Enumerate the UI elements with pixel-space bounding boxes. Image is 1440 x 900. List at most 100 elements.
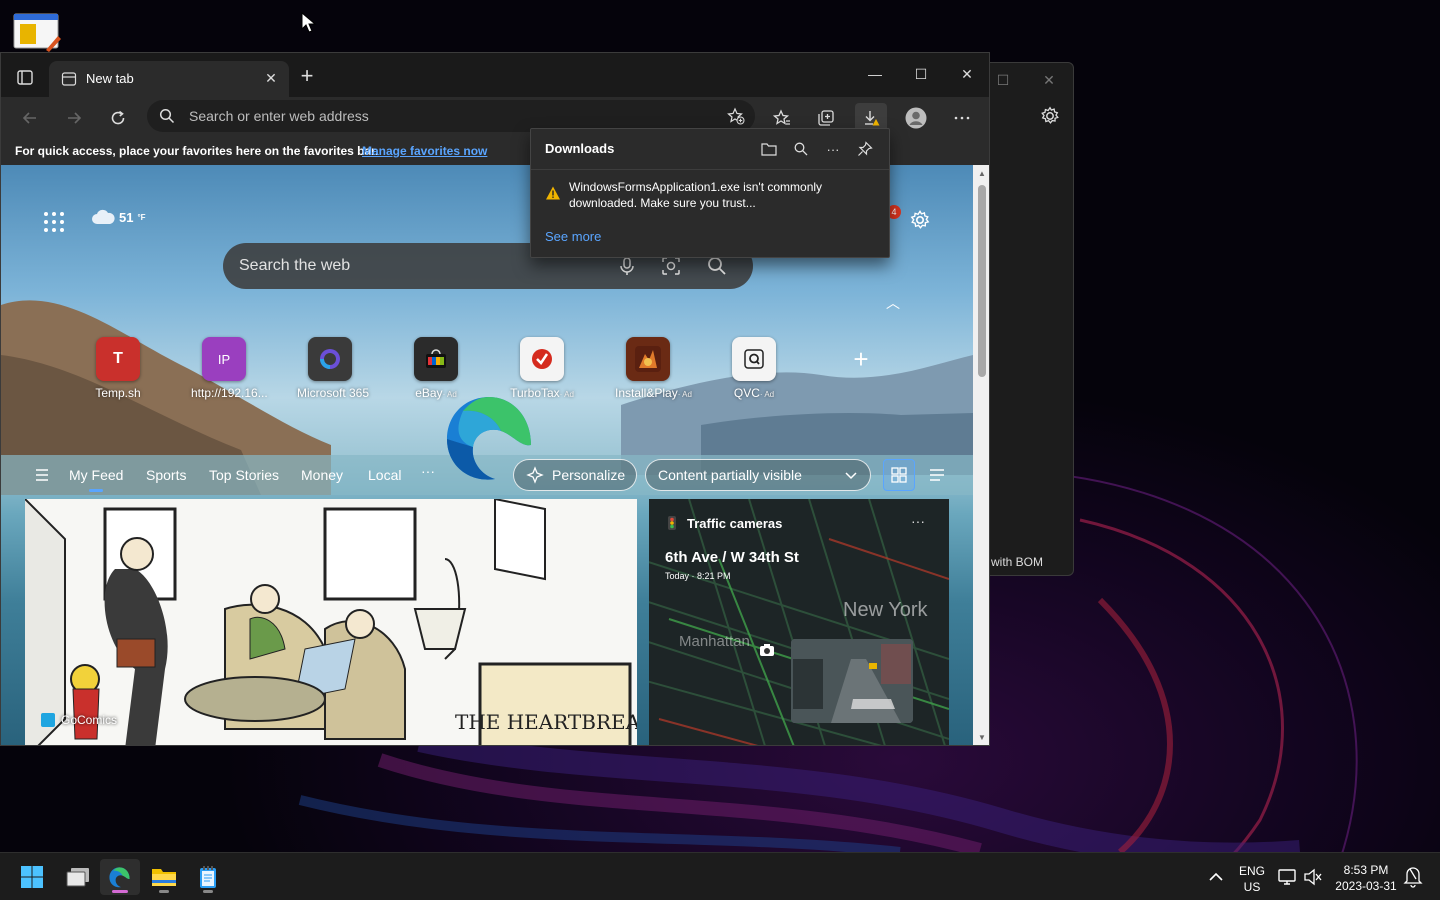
- page-settings-gear-icon[interactable]: [909, 209, 931, 231]
- running-app-indicator: [159, 890, 169, 893]
- show-hidden-icons-button[interactable]: [1204, 853, 1228, 900]
- menu-icon[interactable]: [33, 467, 51, 483]
- temp-sh-icon: T: [96, 337, 140, 381]
- new-tab-button[interactable]: +: [297, 65, 317, 87]
- tab-actions-icon[interactable]: [15, 67, 35, 87]
- feed-navigation: My Feed Sports Top Stories Money Local ·…: [1, 455, 973, 495]
- gear-icon[interactable]: [1039, 105, 1061, 127]
- downloads-more-options-icon[interactable]: ···: [823, 139, 843, 159]
- visual-search-icon[interactable]: [661, 256, 681, 276]
- notepad-icon: [200, 866, 216, 888]
- start-button[interactable]: [12, 859, 52, 895]
- content-visibility-label: Content partially visible: [658, 467, 802, 483]
- content-visibility-dropdown[interactable]: Content partially visible: [645, 459, 871, 491]
- quick-link-tile[interactable]: Install&Play· Ad: [615, 337, 692, 400]
- quick-link-label: Microsoft 365: [297, 386, 370, 400]
- grid-view-button[interactable]: [883, 459, 915, 491]
- settings-more-button[interactable]: [947, 103, 977, 133]
- pin-icon[interactable]: [855, 139, 875, 159]
- search-submit-icon[interactable]: [707, 256, 727, 276]
- traffic-light-icon: [668, 516, 676, 530]
- traffic-cameras-card[interactable]: Traffic cameras ··· 6th Ave / W 34th St …: [649, 499, 949, 745]
- minimize-button[interactable]: —: [852, 61, 898, 87]
- language-code: ENG: [1238, 864, 1265, 878]
- taskbar-edge-button[interactable]: [100, 859, 140, 895]
- gocomics-icon: [41, 713, 55, 727]
- quick-link-label: Install&Play: [615, 386, 678, 400]
- sparkle-icon: [526, 466, 544, 484]
- clock-date: 2023-03-31: [1335, 879, 1397, 893]
- desktop-shortcut-icon[interactable]: [12, 12, 62, 52]
- back-button[interactable]: [15, 103, 45, 133]
- quick-link-tile[interactable]: QVC· Ad: [721, 337, 787, 400]
- quick-link-tile[interactable]: IP http://192.16...: [191, 337, 268, 400]
- grid-view-icon: [891, 467, 907, 483]
- qvc-icon: [732, 337, 776, 381]
- add-quick-link-button[interactable]: +: [849, 346, 873, 372]
- personalize-button[interactable]: Personalize: [513, 459, 637, 491]
- weather-widget[interactable]: 51 °F: [91, 209, 146, 225]
- download-warning-message[interactable]: WindowsFormsApplication1.exe isn't commo…: [569, 179, 869, 211]
- comic-card[interactable]: THE HEARTBREAK GoComics: [25, 499, 637, 745]
- tab-local[interactable]: Local: [368, 467, 401, 483]
- tab-money[interactable]: Money: [301, 467, 343, 483]
- clock[interactable]: 8:53 PM 2023-03-31: [1330, 853, 1402, 900]
- more-tabs-button[interactable]: ···: [421, 463, 435, 479]
- tab-close-icon[interactable]: ✕: [263, 69, 279, 87]
- traffic-area: Manhattan: [679, 633, 750, 650]
- background-window[interactable]: ☐ ✕ with BOM: [986, 62, 1074, 576]
- forward-button[interactable]: [59, 103, 89, 133]
- scrollbar-thumb[interactable]: [978, 185, 986, 377]
- manage-favorites-link[interactable]: Manage favorites now: [362, 144, 487, 158]
- personalize-label: Personalize: [552, 467, 626, 483]
- quick-link-tile[interactable]: Microsoft 365: [297, 337, 369, 400]
- search-downloads-icon[interactable]: [791, 139, 811, 159]
- tab-my-feed[interactable]: My Feed: [69, 467, 123, 483]
- language-indicator[interactable]: ENG US: [1234, 853, 1270, 900]
- open-folder-icon[interactable]: [759, 139, 779, 159]
- notifications-icon[interactable]: [1402, 853, 1424, 900]
- cloud-icon: [92, 209, 115, 224]
- volume-muted-icon[interactable]: [1302, 853, 1324, 900]
- traffic-card-header: Traffic cameras: [665, 515, 782, 531]
- active-tab-indicator: [89, 489, 103, 492]
- network-icon[interactable]: [1276, 853, 1298, 900]
- taskbar-notepad-button[interactable]: [188, 859, 228, 895]
- weather-temperature: 51: [119, 209, 134, 225]
- tab-sports[interactable]: Sports: [146, 467, 186, 483]
- weather-unit: °F: [137, 212, 146, 222]
- scroll-up-icon[interactable]: ▲: [976, 169, 988, 179]
- taskbar: ENG US 8:53 PM 2023-03-31: [0, 852, 1440, 900]
- ad-label: · Ad: [759, 390, 775, 399]
- quick-link-tile[interactable]: T Temp.sh: [85, 337, 151, 400]
- close-icon[interactable]: ✕: [1037, 69, 1061, 91]
- task-view-button[interactable]: [58, 859, 98, 895]
- see-more-link[interactable]: See more: [545, 229, 601, 244]
- microphone-icon[interactable]: [617, 256, 637, 276]
- maximize-button[interactable]: ☐: [898, 61, 944, 87]
- title-bar[interactable]: New tab ✕ + — ☐ ✕: [1, 53, 989, 97]
- tab-new-tab[interactable]: New tab ✕: [49, 61, 289, 97]
- comic-sign-text: THE HEARTBREAK: [455, 710, 637, 734]
- newtab-favicon-icon: [61, 71, 77, 87]
- profile-avatar[interactable]: [901, 103, 931, 133]
- apps-grid-icon[interactable]: [43, 211, 65, 233]
- scroll-down-icon[interactable]: ▼: [976, 733, 988, 743]
- add-favorite-icon[interactable]: [727, 107, 745, 125]
- list-view-button[interactable]: [921, 459, 953, 491]
- maximize-icon[interactable]: ☐: [991, 69, 1015, 91]
- close-window-button[interactable]: ✕: [944, 61, 989, 87]
- mouse-cursor-icon: [301, 11, 317, 34]
- taskbar-file-explorer-button[interactable]: [144, 859, 184, 895]
- ad-label: · Ad: [559, 390, 574, 399]
- downloads-title: Downloads: [545, 141, 615, 156]
- card-more-options-icon[interactable]: ···: [911, 513, 925, 529]
- comic-source[interactable]: GoComics: [41, 713, 117, 727]
- tab-top-stories[interactable]: Top Stories: [209, 467, 279, 483]
- clock-time: 8:53 PM: [1343, 863, 1389, 877]
- traffic-camera-thumbnail[interactable]: [791, 639, 913, 723]
- collapse-chevron-icon[interactable]: ︿: [885, 296, 901, 310]
- page-scrollbar[interactable]: ▲ ▼: [973, 165, 989, 745]
- running-app-indicator: [203, 890, 213, 893]
- refresh-button[interactable]: [103, 103, 133, 133]
